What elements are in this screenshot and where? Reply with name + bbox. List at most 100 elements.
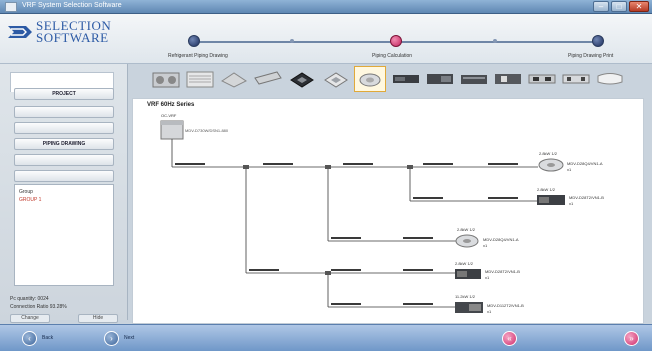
step-1-indicator[interactable] (188, 35, 200, 47)
app-icon (5, 2, 17, 12)
unit-palette (150, 66, 630, 96)
nav-button[interactable] (14, 170, 114, 182)
back-arrow-icon: ‹ (28, 334, 31, 343)
indoor-unit-capacity: 11.2kW 1/2 (455, 294, 476, 299)
nav-button[interactable] (14, 122, 114, 134)
indoor-unit-qty: x1 (487, 309, 492, 314)
indoor-unit-capacity: 2.8kW 1/2 (457, 227, 476, 232)
pipe-size-mark (488, 163, 518, 165)
indoor-unit-capacity: 2.8kW 1/2 (455, 261, 474, 266)
duct-slim-icon[interactable] (390, 66, 422, 92)
back-button[interactable]: ‹ (22, 331, 37, 346)
nav-button[interactable] (14, 106, 114, 118)
minimize-button[interactable]: – (593, 1, 609, 12)
console-unit-icon[interactable] (354, 66, 386, 92)
step-2-label: Piping Calculation (372, 53, 413, 59)
refnet-joint[interactable] (243, 165, 249, 169)
indoor-unit-qty: x1 (483, 243, 488, 248)
wall-mounted-a-icon[interactable] (492, 66, 524, 92)
outdoor-unit[interactable] (160, 120, 184, 140)
refnet-joint[interactable] (407, 165, 413, 169)
indoor-unit[interactable] (455, 302, 483, 313)
close-icon: ✕ (635, 2, 643, 11)
left-panel: PROJECT PIPING DRAWING Group GROUP 1 Pc … (0, 64, 128, 323)
indoor-unit-model: MDV-D28T2/VN1-B (485, 269, 520, 274)
step-3-indicator[interactable] (592, 35, 604, 47)
pipe-size-mark (331, 237, 361, 239)
indoor-unit-model: MDV-D28Q4/VN1-A (483, 237, 519, 242)
step-tick (493, 39, 497, 43)
indoor-unit-capacity: 2.8kW 1/2 (537, 187, 556, 192)
group-list-header: Group (19, 189, 33, 195)
pipe-size-mark (403, 269, 433, 271)
duct-high-icon[interactable] (424, 66, 456, 92)
pipe-size-mark (331, 303, 361, 305)
window-title: VRF System Selection Software (22, 2, 122, 9)
indoor-unit-model: MDV-D28Q4/VN1-A (567, 161, 603, 166)
double-right-arrow-icon: » (629, 334, 634, 343)
heat-exchanger-icon[interactable] (184, 66, 216, 92)
pipe-size-mark (423, 163, 453, 165)
next-step-button[interactable]: » (624, 331, 639, 346)
logo-mark-icon (8, 26, 32, 38)
indoor-unit[interactable] (538, 158, 564, 172)
step-3-label: Piping Drawing Print (568, 53, 614, 59)
pipe-size-mark (413, 197, 443, 199)
piping-diagram: VRF 60Hz Series OC-VRF MDV-D730W/DSN1-88… (132, 98, 644, 324)
nav-piping-drawing-button[interactable]: PIPING DRAWING (14, 138, 114, 150)
back-label: Back (42, 335, 54, 341)
indoor-unit[interactable] (455, 234, 479, 248)
indoor-unit-model: MDV-D112T2/VN1-B (487, 303, 524, 308)
change-button[interactable]: Change (10, 314, 50, 323)
pipe-size-mark (331, 269, 361, 271)
refnet-joint[interactable] (325, 165, 331, 169)
pipe-size-marks (175, 163, 518, 305)
pipe-size-mark (403, 237, 433, 239)
previous-step-button[interactable]: « (502, 331, 517, 346)
group-list[interactable]: Group GROUP 1 (14, 184, 114, 286)
indoor-unit[interactable] (537, 195, 565, 205)
group-list-item[interactable]: GROUP 1 (19, 197, 41, 203)
step-2-indicator[interactable] (390, 35, 402, 47)
nav-button[interactable] (14, 154, 114, 166)
hide-button[interactable]: Hide (78, 314, 118, 323)
next-arrow-icon: › (110, 334, 113, 343)
indoor-unit-qty: x1 (569, 201, 574, 206)
indoor-unit-qty: x1 (567, 167, 572, 172)
pipe-size-mark (403, 303, 433, 305)
logo-line-2: SOFTWARE (36, 30, 109, 45)
wall-split-icon[interactable] (594, 66, 626, 92)
wall-mounted-b-icon[interactable] (526, 66, 558, 92)
refnet-joint[interactable] (325, 271, 331, 275)
pipe-size-mark (263, 163, 293, 165)
outdoor-unit-icon[interactable] (150, 66, 182, 92)
close-button[interactable]: ✕ (629, 1, 649, 12)
cassette-4way-icon[interactable] (320, 66, 352, 92)
wall-mounted-c-icon[interactable] (560, 66, 592, 92)
pipe-size-mark (343, 163, 373, 165)
maximize-button[interactable]: □ (611, 1, 627, 12)
next-label: Next (124, 335, 135, 341)
ceiling-cassette-icon[interactable] (218, 66, 250, 92)
title-bar: VRF System Selection Software – □ ✕ (0, 0, 652, 14)
double-left-arrow-icon: « (507, 334, 512, 343)
header: SELECTION SOFTWARE Refrigerant Piping Dr… (0, 14, 652, 64)
nav-project-button[interactable]: PROJECT (14, 88, 114, 100)
indoor-unit[interactable] (455, 269, 481, 279)
indoor-unit-capacity: 2.8kW 1/2 (539, 151, 558, 156)
app-window: VRF System Selection Software – □ ✕ SELE… (0, 0, 652, 351)
indoor-unit-model: MDV-D28T2/VN1-B (569, 195, 604, 200)
connection-ratio-label: Connection Ratio 93.28% (10, 304, 67, 310)
pipe-size-mark (488, 197, 518, 199)
minimize-icon: – (598, 2, 604, 11)
piping-diagram-canvas: OC-VRF MDV-D730W/DSN1-880 2.8kW 1/2 MDV-… (160, 113, 604, 314)
logo-text: SELECTION SOFTWARE (36, 19, 111, 45)
wall-duct-icon[interactable] (252, 66, 284, 92)
indoor-unit-qty: x1 (485, 275, 490, 280)
bottom-bar: ‹ Back › Next « » (0, 324, 652, 351)
next-button[interactable]: › (104, 331, 119, 346)
duct-medium-icon[interactable] (458, 66, 490, 92)
cassette-icon[interactable] (286, 66, 318, 92)
pc-quantity-label: Pc quantity: 0024 (10, 296, 49, 302)
pipe-size-mark (249, 269, 279, 271)
